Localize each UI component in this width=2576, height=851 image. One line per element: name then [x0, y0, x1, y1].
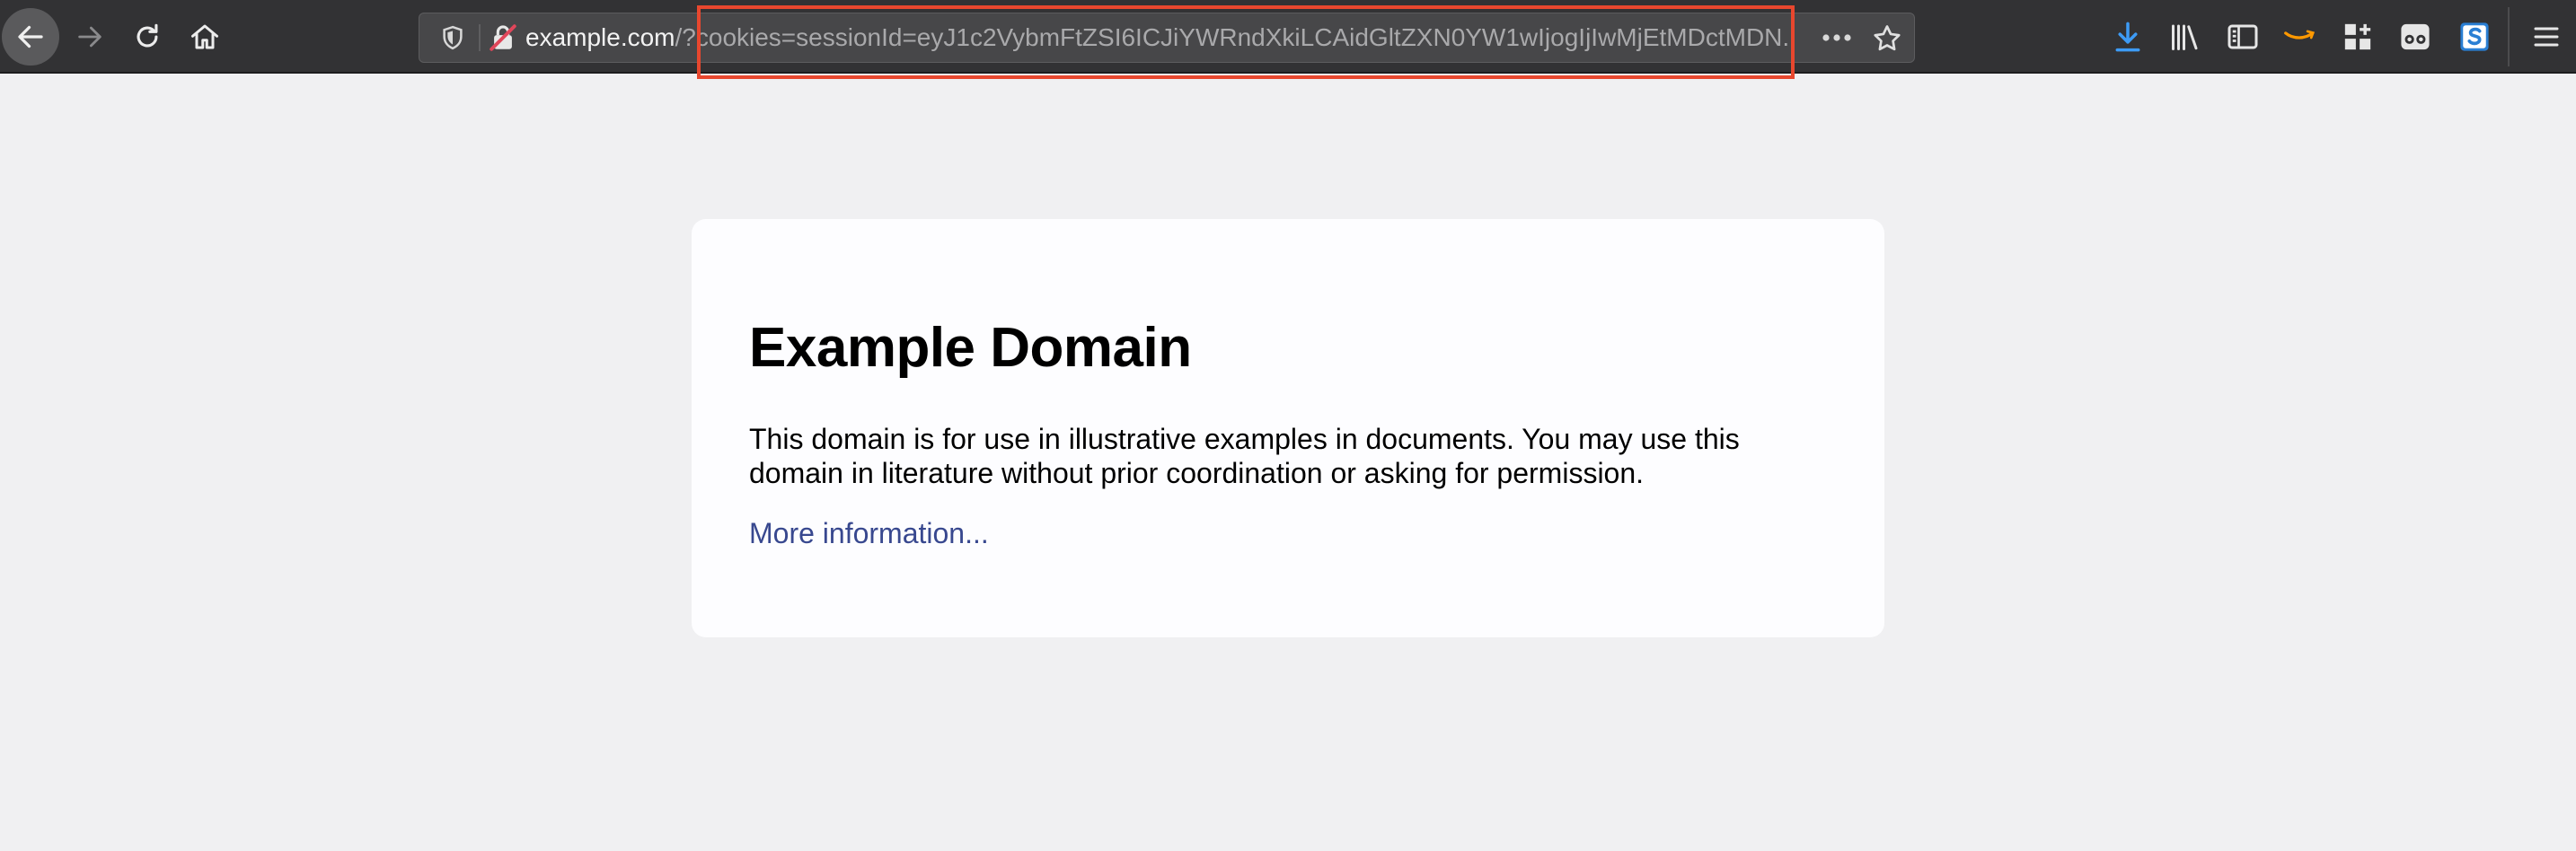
page-actions-button[interactable]	[1817, 22, 1857, 53]
s-extension-button[interactable]	[2456, 18, 2493, 56]
app-menu-button[interactable]	[2527, 18, 2565, 56]
page-actions-more-icon	[1822, 34, 1851, 41]
address-bar[interactable]: example.com/?cookies=sessionId=eyJ1c2Vyb…	[419, 13, 1915, 63]
url-path: /?cookies=sessionId=eyJ1c2VybmFtZSI6ICJi…	[675, 23, 1792, 51]
s-extension-icon	[2460, 22, 2489, 51]
extensions-button[interactable]	[2339, 18, 2377, 56]
reload-button[interactable]	[119, 8, 176, 66]
forward-button[interactable]	[61, 8, 119, 66]
toolbar-divider	[2508, 7, 2510, 66]
downloads-button[interactable]	[2109, 18, 2147, 56]
hamburger-menu-icon	[2534, 27, 2559, 47]
insecure-connection-icon[interactable]	[488, 22, 518, 53]
library-icon	[2172, 24, 2198, 50]
content-card: Example Domain This domain is for use in…	[692, 219, 1884, 637]
page-description: This domain is for use in illustrative e…	[749, 423, 1740, 489]
forward-arrow-icon	[78, 26, 101, 48]
url-input[interactable]: example.com/?cookies=sessionId=eyJ1c2Vyb…	[525, 13, 1792, 62]
sidebar-icon	[2228, 24, 2258, 49]
url-separator	[479, 24, 481, 51]
browser-toolbar: example.com/?cookies=sessionId=eyJ1c2Vyb…	[0, 0, 2576, 74]
extensions-grid-icon	[2344, 23, 2371, 50]
reader-extension-button[interactable]	[2396, 18, 2434, 56]
amazon-extension-button[interactable]	[2281, 18, 2319, 56]
library-button[interactable]	[2166, 18, 2204, 56]
sidebar-button[interactable]	[2224, 18, 2262, 56]
page-title: Example Domain	[749, 317, 1192, 379]
back-button[interactable]	[2, 8, 59, 66]
url-domain: example.com	[525, 23, 675, 51]
bookmark-star-icon	[1874, 25, 1901, 51]
tracking-protection-shield-icon[interactable]	[439, 24, 466, 51]
back-arrow-icon	[18, 25, 43, 48]
reload-icon	[137, 23, 158, 48]
home-button[interactable]	[176, 8, 234, 66]
bookmark-button[interactable]	[1869, 21, 1905, 57]
more-information-link[interactable]: More information...	[749, 517, 989, 550]
home-icon	[191, 24, 218, 49]
amazon-extension-icon	[2284, 30, 2316, 39]
downloads-icon	[2115, 22, 2140, 52]
glasses-extension-icon	[2401, 23, 2430, 50]
